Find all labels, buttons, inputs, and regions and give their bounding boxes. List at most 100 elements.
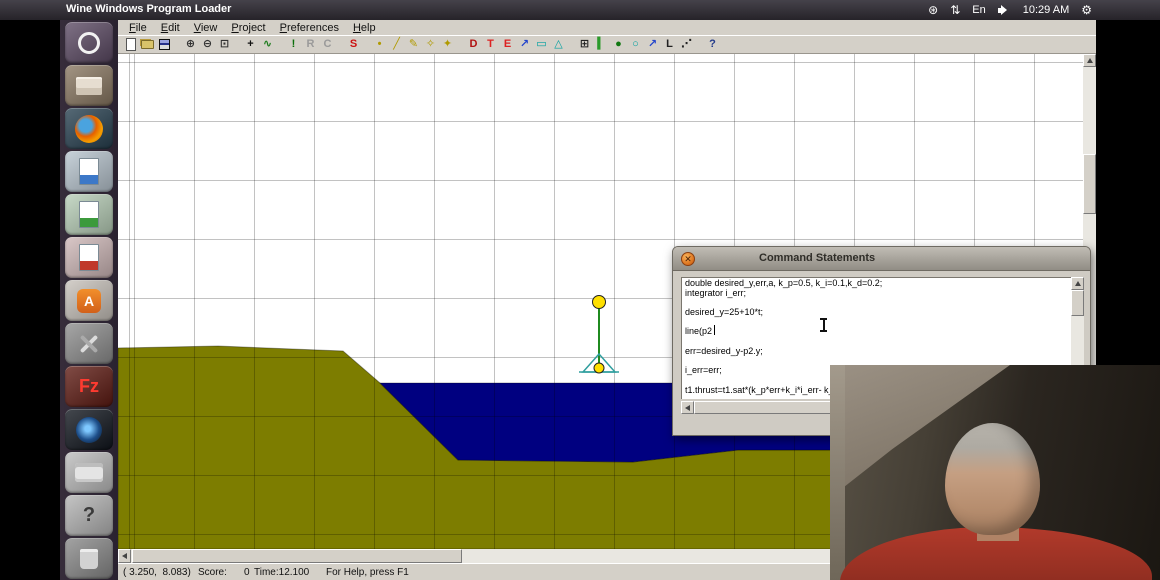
score-value: 0 [244,567,250,578]
left-arrow-icon [685,405,690,411]
damper-tool-button[interactable]: D [465,36,482,52]
spring-tool-button[interactable]: ∿ [259,36,276,52]
grid-snap-button[interactable]: ⊞ [576,36,593,52]
libreoffice-impress-icon [79,244,99,271]
menu-view[interactable]: View [187,22,225,34]
open-button-icon [141,40,154,49]
person-head [945,423,1040,535]
code-line: integrator i_err; [685,289,1071,299]
launcher-item-libreoffice-writer[interactable] [65,151,113,192]
close-button[interactable]: ✕ [681,252,695,266]
ball[interactable] [593,296,606,309]
clear-button[interactable]: C [319,36,336,52]
firefox-icon [75,115,103,143]
triangle-tool-button[interactable]: △ [550,36,567,52]
launcher-item-scanner[interactable] [65,452,113,493]
save-button[interactable] [156,36,173,52]
launcher: A Fz? [60,20,118,580]
left-arrow-icon [122,553,127,559]
code-line: line(p2 [685,327,1071,337]
text-cursor-icon [820,318,827,332]
webcam-overlay [830,365,1160,580]
run-button[interactable]: ! [285,36,302,52]
menu-help[interactable]: Help [346,22,383,34]
system-settings-icon [76,331,102,357]
stop-button[interactable]: S [345,36,362,52]
horizontal-scroll-thumb[interactable] [132,549,462,563]
toolbar: ⊕⊖⊡+∿!RCS•╱✎✧✦DTE↗▭△⊞▍●○↗L⋰? [118,35,1096,54]
software-center-icon: A [77,289,101,313]
zoom-extents-button[interactable]: ⊡ [216,36,233,52]
launcher-item-trash[interactable] [65,538,113,579]
launcher-item-software-center[interactable]: A [65,280,113,321]
code-line [685,318,1071,328]
libreoffice-writer-icon [79,158,99,185]
menu-preferences[interactable]: Preferences [273,22,346,34]
anchor-tool-button[interactable]: + [242,36,259,52]
line-tool-button[interactable]: ╱ [388,36,405,52]
code-line: desired_y=25+10*t; [685,308,1071,318]
circle-body-button[interactable]: ● [610,36,627,52]
save-button-icon [159,39,170,50]
command-window-titlebar[interactable]: ✕ Command Statements [673,247,1090,271]
curve-tool-button[interactable]: ⋰ [678,36,695,52]
text-caret [714,325,715,335]
meter-button[interactable]: ▍ [593,36,610,52]
menu-file[interactable]: File [122,22,154,34]
window-title: Wine Windows Program Loader [66,3,231,15]
zoom-in-button[interactable]: ⊕ [182,36,199,52]
reset-button[interactable]: R [302,36,319,52]
polygon-tool-button[interactable]: ✧ [422,36,439,52]
help-button[interactable]: ? [704,36,721,52]
boat-point[interactable] [594,363,604,373]
launcher-item-libreoffice-impress[interactable] [65,237,113,278]
indicator-icon[interactable]: ⊛ [928,0,938,20]
scroll-left-button[interactable] [118,549,131,563]
rectangle-tool-button[interactable]: ▭ [533,36,550,52]
filezilla-icon: Fz [79,376,99,397]
command-scroll-left-button[interactable] [681,401,694,414]
pin-tool-button[interactable]: ✦ [439,36,456,52]
launcher-item-libreoffice-calc[interactable] [65,194,113,235]
length-tool-button[interactable]: L [661,36,678,52]
file-manager-icon [76,77,102,95]
volume-icon[interactable] [998,4,1011,16]
coordinates-readout: ( 3.250, 8.083) [123,567,191,578]
launcher-item-filezilla[interactable]: Fz [65,366,113,407]
score-label: Score: [198,567,227,578]
launcher-item-dash-home[interactable] [65,22,113,63]
force-tool-button[interactable]: ↗ [644,36,661,52]
session-gear-icon[interactable]: ⚙ [1081,0,1092,20]
open-button[interactable] [139,36,156,52]
keyboard-layout-indicator[interactable]: En [972,4,985,16]
screen: Wine Windows Program Loader ⊛ ⇅ En 10:29… [0,0,1160,580]
zoom-out-button[interactable]: ⊖ [199,36,216,52]
launcher-item-system-settings[interactable] [65,323,113,364]
launcher-item-unknown-app[interactable]: ? [65,495,113,536]
indicator-area: ⊛ ⇅ En 10:29 AM ⚙ [928,0,1160,20]
top-panel: Wine Windows Program Loader ⊛ ⇅ En 10:29… [0,0,1160,20]
scroll-up-button[interactable] [1083,54,1096,67]
element-tool-button[interactable]: E [499,36,516,52]
menu-project[interactable]: Project [224,22,272,34]
menu-edit[interactable]: Edit [154,22,187,34]
new-button-icon [126,38,136,51]
vector-tool-button[interactable]: ↗ [516,36,533,52]
circle-tool-button[interactable]: ○ [627,36,644,52]
thruster-tool-button[interactable]: T [482,36,499,52]
time-readout: Time:12.100 [254,567,309,578]
point-tool-button[interactable]: • [371,36,388,52]
command-scroll-up-button[interactable] [1071,277,1084,290]
up-arrow-icon [1075,281,1081,286]
sync-arrows-icon[interactable]: ⇅ [950,0,960,20]
vertical-scroll-thumb[interactable] [1083,154,1096,214]
pen-tool-button[interactable]: ✎ [405,36,422,52]
launcher-item-media-player[interactable] [65,409,113,450]
scanner-icon [75,463,103,482]
help-hint: For Help, press F1 [326,567,409,578]
new-button[interactable] [122,36,139,52]
clock[interactable]: 10:29 AM [1023,4,1069,16]
launcher-item-file-manager[interactable] [65,65,113,106]
command-vertical-thumb[interactable] [1071,290,1084,316]
launcher-item-firefox[interactable] [65,108,113,149]
